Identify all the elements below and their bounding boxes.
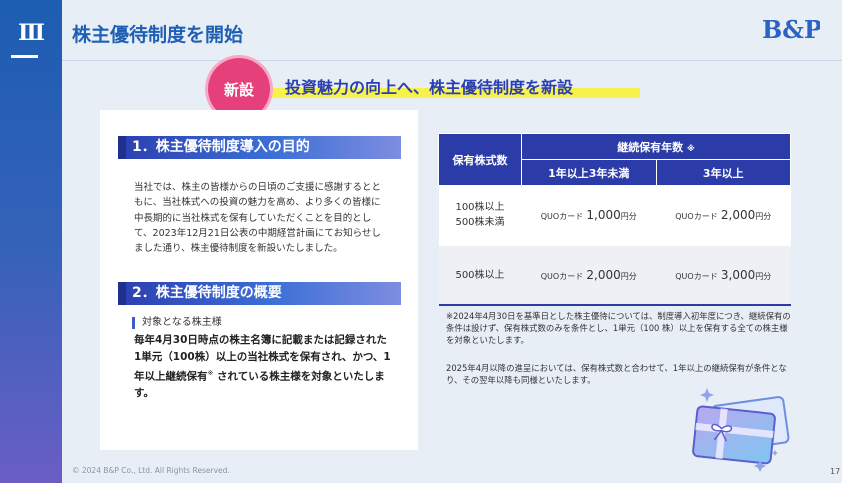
section2-heading: 2．株主優待制度の概要 [118,282,401,305]
company-logo: B&P [762,15,820,44]
benefit-value: 2,000 [720,208,756,222]
benefit-unit: 円分 [620,272,637,281]
table-row: 100株以上 500株未満 QUOカード 1,000円分 QUOカード 2,000… [438,185,791,245]
table-footnote: ※2024年4月30日を基準日とした株主優待については、制度導入初年度につき、継… [446,311,791,345]
share-line2: 500株未満 [455,217,505,228]
purpose-panel: 1．株主優待制度導入の目的 当社では、株主の皆様からの日頃のご支援に感謝するとと… [100,110,418,450]
quo-label: QUOカード [540,272,584,281]
benefit-unit: 円分 [755,272,772,281]
benefit-value: 1,000 [586,208,621,222]
section-numeral: Ⅲ [18,20,45,46]
quo-label: QUOカード [675,212,718,221]
table-row: 500株以上 QUOカード 2,000円分 QUOカード 3,000円分 [438,244,791,306]
svg-text:B&P: B&P [762,15,820,44]
benefit-value: 2,000 [586,268,621,282]
benefit-cell: QUOカード 3,000円分 [656,244,791,306]
benefit-cell: QUOカード 2,000円分 [656,185,791,245]
share-range: 100株以上 500株未満 [438,185,522,245]
new-badge-label: 新設 [223,80,254,99]
header-3-years-plus: 3年以上 [655,159,791,186]
header-shares: 保有株式数 [438,133,522,186]
headline: 投資魅力の向上へ、株主優待制度を新設 [285,78,574,97]
copyright: © 2024 B&P Co., Ltd. All Rights Reserved… [72,466,230,475]
share-range: 500株以上 [438,244,522,306]
page-number: 17 [830,467,841,476]
section1-heading: 1．株主優待制度導入の目的 [118,136,401,159]
share-line1: 100株以上 [455,202,505,213]
benefit-unit: 円分 [755,212,772,221]
quo-label: QUOカード [675,272,718,281]
header-period: 継続保有年数 ※ [521,133,791,160]
rail-divider [11,55,38,58]
benefit-unit: 円分 [620,212,637,221]
section2-body: 毎年4月30日時点の株主名簿に記載または記録された1単元（100株）以上の当社株… [134,332,394,402]
section1-body: 当社では、株主の皆様からの日頃のご支援に感謝するとともに、当社株式への投資の魅力… [134,182,382,255]
title-divider [62,60,842,61]
header-1-3-years: 1年以上3年未満 [521,159,657,186]
left-rail: Ⅲ [0,0,62,483]
gift-card-icon [692,388,790,472]
header-period-label: 継続保有年数 [617,140,684,154]
header-period-mark: ※ [687,143,695,153]
target-label: 対象となる株主様 [132,317,222,329]
share-line1: 500株以上 [455,269,505,281]
page-title: 株主優待制度を開始 [72,24,244,46]
benefit-value: 3,000 [720,268,756,282]
benefit-table: 保有株式数 継続保有年数 ※ 1年以上3年未満 3年以上 100株以上 500株未… [438,133,791,306]
benefit-cell: QUOカード 2,000円分 [521,244,656,306]
slide: Ⅲ 株主優待制度を開始 B&P 投資魅力の向上へ、株主優待制度を新設 新設 1．… [0,0,850,483]
quo-label: QUOカード [540,212,584,221]
benefit-cell: QUOカード 1,000円分 [521,185,656,245]
